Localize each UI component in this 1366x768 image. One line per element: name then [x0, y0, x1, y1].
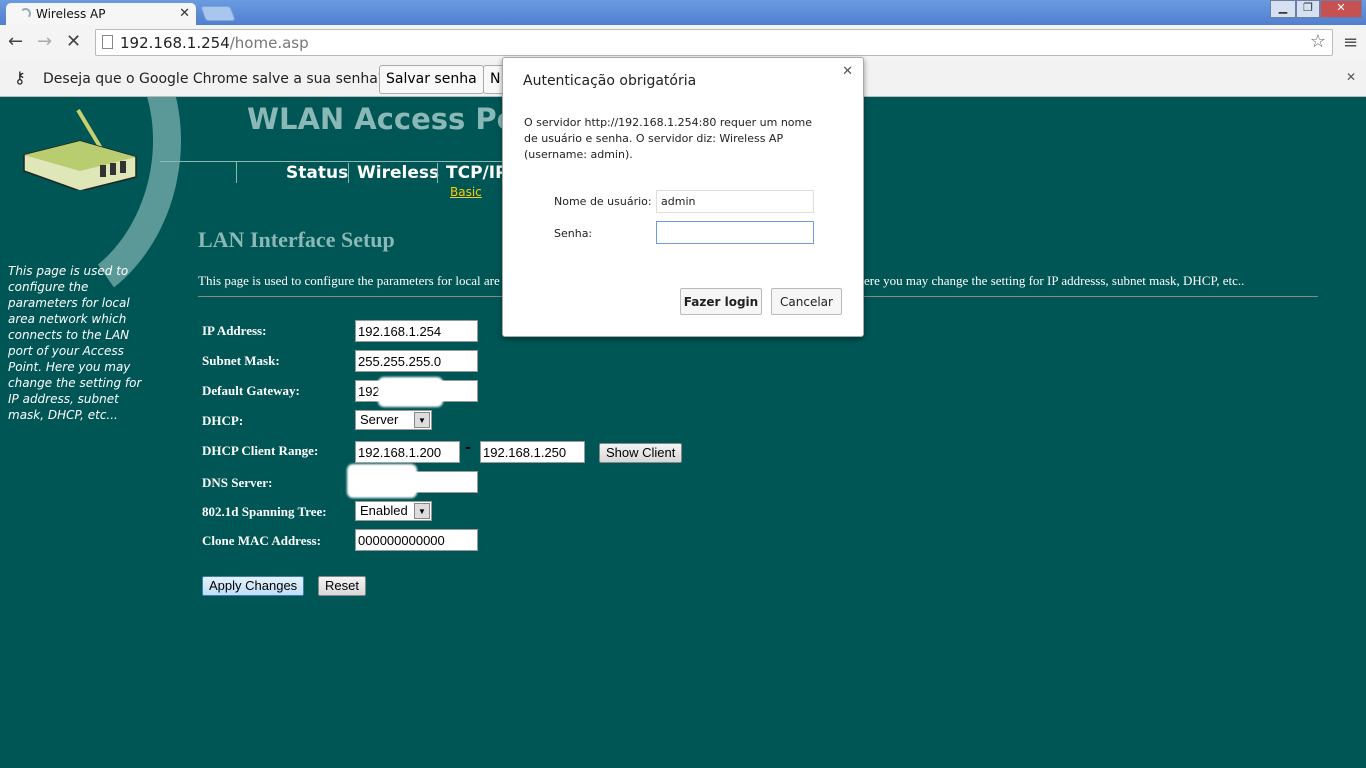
- login-button[interactable]: Fazer login: [680, 288, 762, 315]
- menu-icon[interactable]: ≡: [1343, 32, 1358, 53]
- ip-address-input[interactable]: 192.168.1.254: [355, 320, 478, 342]
- forward-icon[interactable]: →: [37, 31, 52, 52]
- stp-label: 802.1d Spanning Tree:: [202, 504, 327, 519]
- restore-button[interactable]: ❐: [1296, 0, 1320, 18]
- stop-icon[interactable]: ✕: [66, 31, 81, 52]
- url-host: 192.168.1.254: [120, 34, 230, 52]
- gateway-label: Default Gateway:: [202, 383, 300, 398]
- range-label: DHCP Client Range:: [202, 443, 319, 458]
- show-client-button[interactable]: Show Client: [599, 443, 683, 463]
- stp-value: Enabled: [360, 503, 408, 518]
- dialog-title: Autenticação obrigatória: [523, 73, 697, 89]
- username-input[interactable]: admin: [656, 190, 814, 213]
- subnet-mask-input[interactable]: 255.255.255.0: [355, 350, 478, 372]
- loading-icon: [20, 8, 31, 19]
- save-password-button[interactable]: Salvar senha: [379, 65, 484, 94]
- username-label: Nome de usuário:: [554, 195, 652, 208]
- minimize-button[interactable]: ▁: [1270, 0, 1296, 18]
- dropdown-arrow-icon: ▼: [414, 412, 430, 428]
- dhcp-label: DHCP:: [202, 413, 244, 428]
- redaction: [347, 464, 417, 498]
- site-title: WLAN Access Poi: [247, 102, 527, 136]
- dialog-message: O servidor http://192.168.1.254:80 reque…: [524, 116, 813, 161]
- page-icon: [102, 35, 113, 49]
- dialog-close-icon[interactable]: ✕: [842, 64, 853, 79]
- page-heading: LAN Interface Setup: [198, 227, 395, 252]
- sidebar-help-text: This page is used to configure the param…: [8, 264, 142, 422]
- key-icon: ⚷: [14, 68, 26, 87]
- range-end-input[interactable]: 192.168.1.250: [480, 441, 585, 463]
- address-bar[interactable]: 192.168.1.254/home.asp ☆: [95, 29, 1333, 56]
- mac-label: Clone MAC Address:: [202, 533, 321, 548]
- back-icon[interactable]: ←: [8, 31, 23, 52]
- dropdown-arrow-icon: ▼: [414, 503, 430, 519]
- spanning-tree-select[interactable]: Enabled ▼: [355, 501, 432, 521]
- subnav-basic-link[interactable]: Basic: [450, 185, 482, 199]
- url-path: /home.asp: [229, 34, 309, 52]
- apply-changes-button[interactable]: Apply Changes: [202, 576, 305, 596]
- clone-mac-input[interactable]: 000000000000: [355, 529, 478, 551]
- browser-tab[interactable]: Wireless AP ✕: [6, 3, 196, 26]
- cancel-button[interactable]: Cancelar: [771, 288, 842, 315]
- page-description-cont: ere you may change the setting for IP ad…: [864, 273, 1245, 288]
- close-tab-icon[interactable]: ✕: [179, 6, 190, 21]
- password-input[interactable]: [656, 221, 814, 244]
- ip-label: IP Address:: [202, 323, 267, 338]
- redaction: [378, 377, 443, 407]
- reset-button[interactable]: Reset: [318, 576, 366, 596]
- router-icon: [23, 108, 137, 190]
- page-description: This page is used to configure the param…: [198, 273, 500, 288]
- infobar-message: Deseja que o Google Chrome salve a sua s…: [43, 71, 386, 87]
- password-label: Senha:: [554, 227, 593, 240]
- dhcp-value: Server: [360, 412, 399, 427]
- range-separator: -: [465, 440, 471, 456]
- bookmark-star-icon[interactable]: ☆: [1310, 31, 1326, 52]
- mask-label: Subnet Mask:: [202, 353, 280, 368]
- new-tab-button[interactable]: [200, 6, 236, 21]
- close-window-button[interactable]: ✕: [1320, 0, 1362, 18]
- nav-tab-status[interactable]: Status: [278, 163, 356, 183]
- dhcp-select[interactable]: Server ▼: [355, 410, 432, 430]
- tab-title: Wireless AP: [36, 7, 106, 21]
- infobar-close-icon[interactable]: ✕: [1346, 70, 1356, 84]
- auth-dialog: ✕ Autenticação obrigatória O servidor ht…: [502, 57, 864, 337]
- nav-tab-wireless[interactable]: Wireless: [348, 163, 447, 183]
- dns-label: DNS Server:: [202, 475, 273, 490]
- nav-divider: [160, 161, 505, 162]
- range-start-input[interactable]: 192.168.1.200: [355, 441, 460, 463]
